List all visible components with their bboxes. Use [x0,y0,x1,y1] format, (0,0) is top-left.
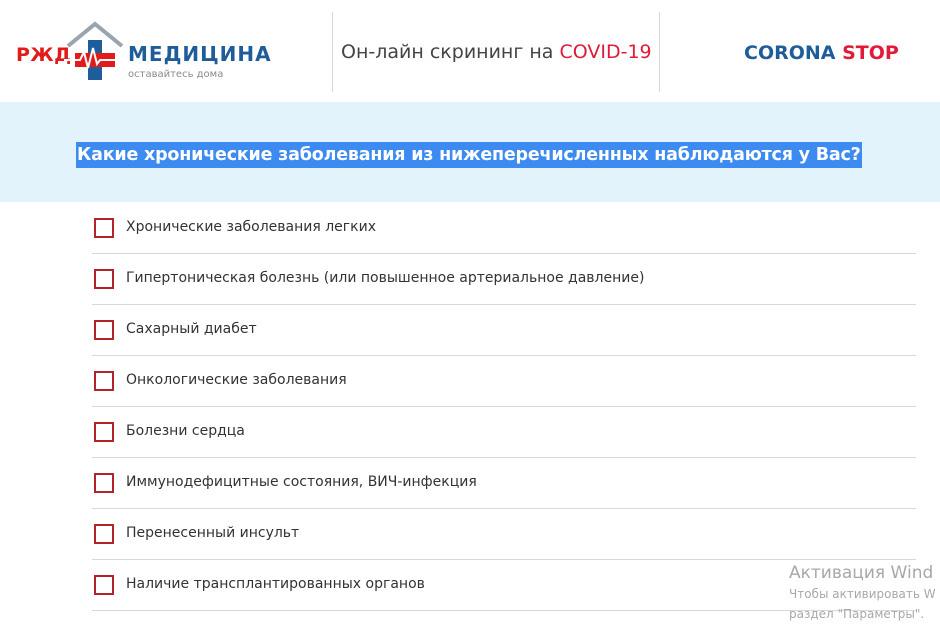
rzd-medicina-logo[interactable]: РЖД МЕДИЦИНА оставайтесь дома [14,18,314,84]
list-item-option[interactable]: Онкологические заболевания [92,356,916,407]
screening-covid: COVID-19 [559,41,652,63]
checkbox-empty-icon[interactable] [94,269,114,289]
list-item-option[interactable]: Иммунодефицитные состояния, ВИЧ-инфекция [92,458,916,509]
watermark-title: Активация Wind [789,563,934,583]
option-label: Онкологические заболевания [126,372,347,388]
checkbox-empty-icon[interactable] [94,218,114,238]
logo-medicina-text: МЕДИЦИНА [128,42,272,66]
option-label: Наличие трансплантированных органов [126,576,425,592]
brand-stop: STOP [842,42,899,64]
checkbox-empty-icon[interactable] [94,473,114,493]
list-item-option[interactable]: Болезни сердца [92,407,916,458]
checkbox-empty-icon[interactable] [94,371,114,391]
question-title: Какие хронические заболевания из нижепер… [76,142,862,168]
list-item-option[interactable]: Хронические заболевания легких [92,203,916,254]
site-header: РЖД МЕДИЦИНА оставайтесь дома Он-лайн ск… [0,0,940,102]
checkbox-empty-icon[interactable] [94,422,114,442]
option-label: Перенесенный инсульт [126,525,300,541]
list-item-option[interactable]: Гипертоническая болезнь (или повышенное … [92,254,916,305]
option-label: Хронические заболевания легких [126,219,376,235]
checkbox-empty-icon[interactable] [94,575,114,595]
watermark-line: Чтобы активировать W [789,587,936,601]
screening-prefix: Он-лайн скрининг на [341,41,560,63]
option-label: Сахарный диабет [126,321,257,337]
header-divider [332,12,333,92]
windows-activation-watermark: Активация Wind Чтобы активировать W разд… [789,562,940,624]
watermark-line: раздел "Параметры". [789,607,925,621]
option-label: Гипертоническая болезнь (или повышенное … [126,270,645,286]
brand-corona: CORONA [744,42,836,64]
corona-stop-brand[interactable]: CORONA STOP [744,42,899,64]
option-label: Болезни сердца [126,423,245,439]
screening-title: Он-лайн скрининг на COVID-19 [341,41,652,63]
option-label: Иммунодефицитные состояния, ВИЧ-инфекция [126,474,477,490]
house-cross-heartbeat-icon [64,21,126,80]
options-list: Хронические заболевания легких Гипертони… [92,203,916,611]
list-item-option[interactable]: Сахарный диабет [92,305,916,356]
list-item-option[interactable]: Перенесенный инсульт [92,509,916,560]
checkbox-empty-icon[interactable] [94,524,114,544]
header-divider [659,12,660,92]
logo-tagline: оставайтесь дома [128,69,224,80]
checkbox-empty-icon[interactable] [94,320,114,340]
